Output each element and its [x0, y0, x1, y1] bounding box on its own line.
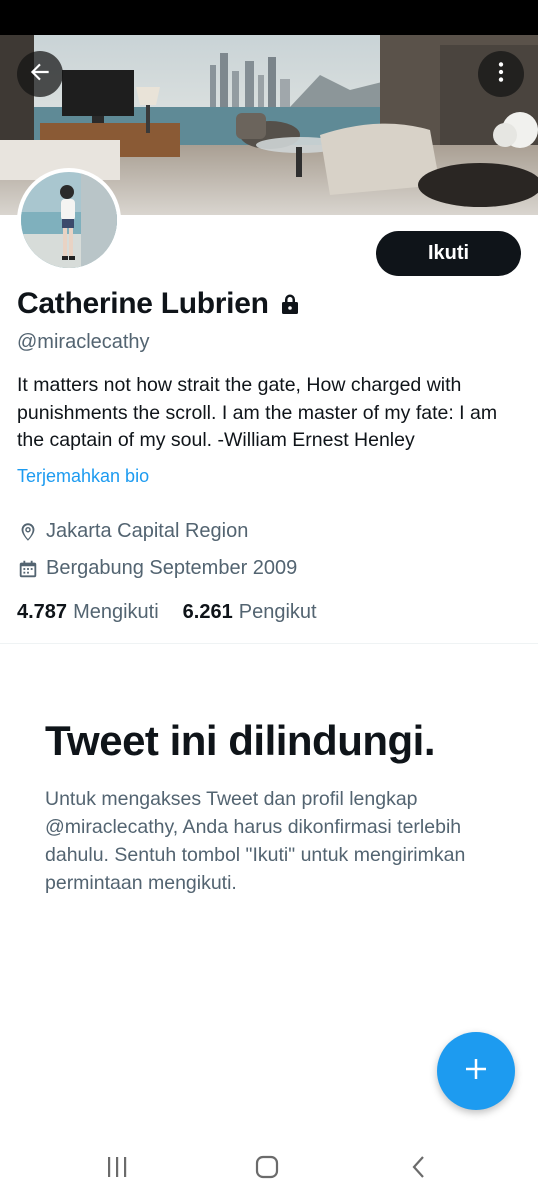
lock-icon [280, 293, 300, 315]
calendar-icon [17, 558, 39, 580]
back-nav-button[interactable] [402, 1152, 436, 1186]
location-pin-icon [17, 521, 39, 543]
handle: @miraclecathy [17, 331, 150, 353]
display-name: Catherine Lubrien [17, 287, 300, 321]
followers-label: Pengikut [238, 601, 317, 623]
recent-apps-icon [104, 1155, 130, 1184]
following-stat[interactable]: 4.787 Mengikuti [17, 601, 159, 624]
join-date: Bergabung September 2009 [17, 557, 297, 580]
arrow-left-icon [27, 59, 53, 90]
recent-apps-button[interactable] [100, 1152, 134, 1186]
join-date-text: Bergabung September 2009 [46, 557, 298, 579]
more-options-button[interactable] [478, 51, 524, 97]
plus-icon [461, 1054, 491, 1089]
location: Jakarta Capital Region [17, 520, 248, 543]
compose-button[interactable] [437, 1032, 515, 1110]
display-name-text: Catherine Lubrien [17, 287, 269, 320]
protected-title: Tweet ini dilindungi. [45, 717, 436, 764]
translate-bio-link[interactable]: Terjemahkan bio [17, 466, 149, 487]
status-bar [0, 0, 538, 35]
home-icon [254, 1154, 280, 1185]
home-button[interactable] [250, 1152, 284, 1186]
profile-stats: 4.787 Mengikuti 6.261 Pengikut [17, 601, 317, 624]
bio: It matters not how strait the gate, How … [17, 374, 498, 451]
more-vertical-icon [488, 59, 514, 90]
back-button[interactable] [17, 51, 63, 97]
follow-button[interactable]: Ikuti [376, 231, 521, 276]
divider [0, 643, 538, 644]
followers-stat[interactable]: 6.261 Pengikut [183, 601, 317, 624]
protected-message: Untuk mengakses Tweet dan profil lengkap… [45, 788, 466, 894]
system-nav-bar [0, 1138, 538, 1200]
following-count: 4.787 [17, 601, 68, 623]
followers-count: 6.261 [182, 601, 233, 623]
location-text: Jakarta Capital Region [46, 520, 249, 542]
avatar[interactable] [17, 168, 121, 272]
chevron-left-icon [407, 1154, 431, 1185]
following-label: Mengikuti [73, 601, 159, 623]
